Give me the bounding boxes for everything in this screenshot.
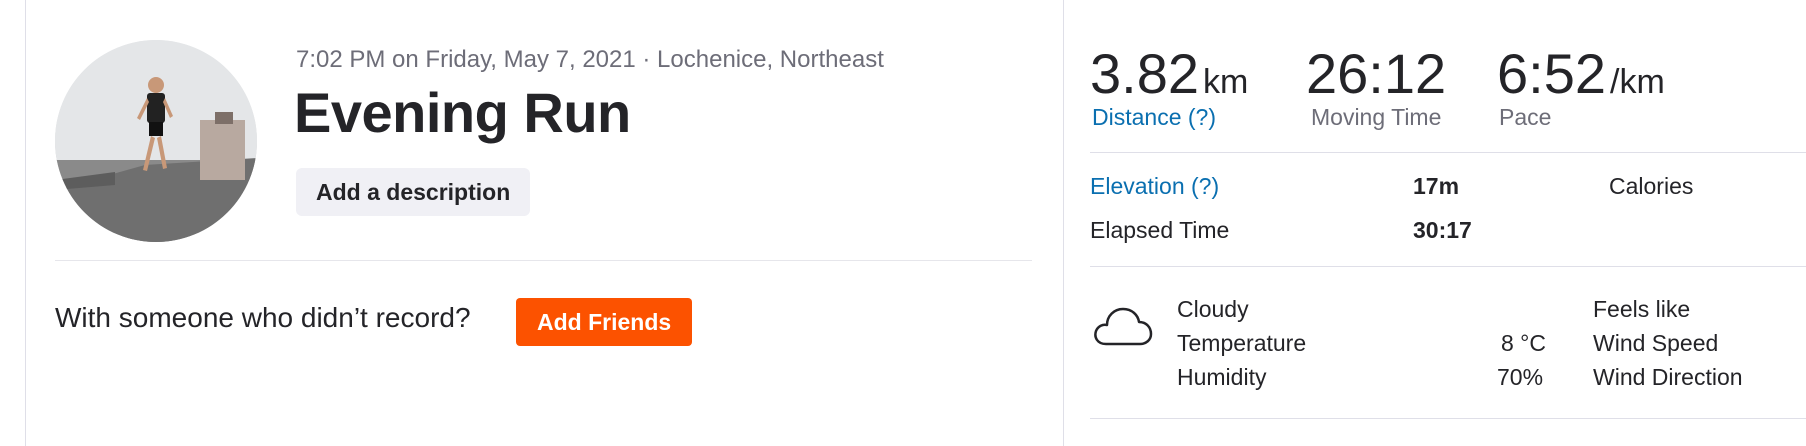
temperature-value: 8 °C: [1501, 330, 1546, 356]
moving-time-stat: 26:12: [1306, 46, 1446, 102]
panel-divider: [1063, 0, 1064, 446]
humidity-value: 70%: [1497, 364, 1544, 390]
activity-datetime-location: 7:02 PM on Friday, May 7, 2021 · Locheni…: [296, 46, 884, 73]
elevation-label-link[interactable]: Elevation (?): [1090, 173, 1219, 200]
humidity-label: Humidity: [1177, 364, 1267, 390]
pace-value: 6:52: [1497, 42, 1606, 105]
feels-like-label: Feels like: [1593, 296, 1691, 322]
divider: [1090, 152, 1806, 153]
wind-speed-label: Wind Speed: [1593, 330, 1719, 356]
pace-label: Pace: [1499, 104, 1552, 130]
calories-label: Calories: [1609, 173, 1694, 199]
pace-unit: /km: [1610, 63, 1665, 101]
divider: [1090, 418, 1806, 419]
runner-photo-icon: [55, 40, 257, 242]
distance-stat: 3.82 km: [1090, 46, 1248, 102]
friends-question: With someone who didn’t record?: [55, 302, 471, 333]
elapsed-time-value: 30:17: [1413, 217, 1472, 243]
elapsed-time-label: Elapsed Time: [1090, 217, 1230, 243]
moving-time-label: Moving Time: [1311, 104, 1442, 130]
activity-title[interactable]: Evening Run: [294, 80, 631, 145]
left-border: [25, 0, 26, 446]
wind-direction-label: Wind Direction: [1593, 364, 1743, 390]
distance-unit: km: [1203, 63, 1249, 101]
weather-condition: Cloudy: [1177, 296, 1249, 322]
divider: [1090, 266, 1806, 267]
moving-time-value: 26:12: [1306, 42, 1447, 105]
elevation-value: 17m: [1413, 173, 1460, 199]
distance-value: 3.82: [1090, 42, 1199, 105]
add-description-button[interactable]: Add a description: [296, 168, 531, 216]
divider: [55, 260, 1032, 261]
add-friends-button[interactable]: Add Friends: [516, 298, 693, 346]
pace-stat: 6:52/km: [1497, 46, 1665, 102]
avatar[interactable]: [55, 40, 257, 242]
cloud-icon: [1092, 300, 1154, 353]
temperature-label: Temperature: [1177, 330, 1307, 356]
distance-label-link[interactable]: Distance (?): [1092, 104, 1216, 131]
